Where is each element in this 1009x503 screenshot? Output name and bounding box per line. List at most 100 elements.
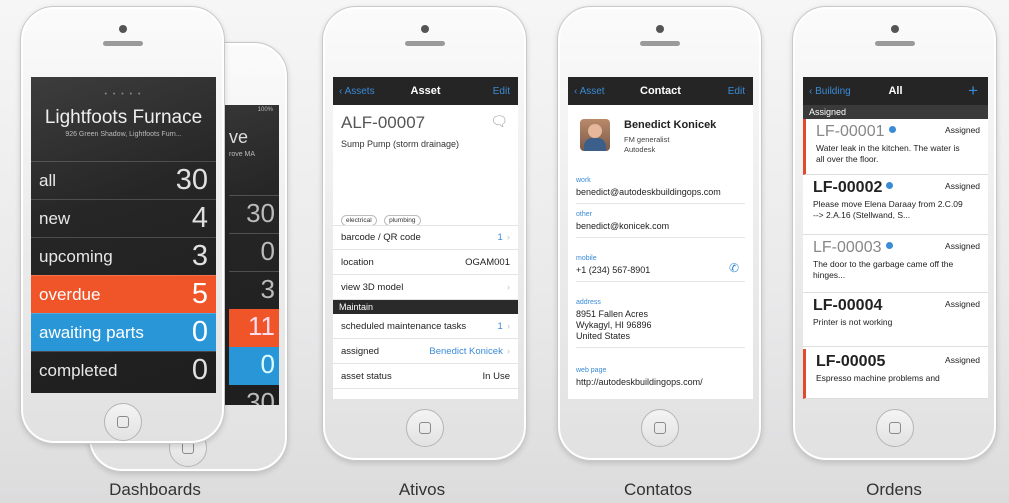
unread-dot-icon: [888, 125, 896, 133]
nav-back-label: Assets: [344, 85, 375, 97]
home-button[interactable]: [875, 409, 914, 447]
cell-label: scheduled maintenance tasks: [341, 320, 467, 332]
chevron-right-icon: ›: [506, 281, 510, 293]
row-count: 5: [191, 278, 208, 310]
phone-asset: ‹ Assets Asset Edit ALF-00007 🗨 Sump Pum…: [322, 6, 527, 461]
dashboard-subtitle: 926 Green Shadow, Lightfoots Furn...: [65, 131, 182, 138]
phone-contact: ‹ Asset Contact Edit Benedict Konicek FM…: [557, 6, 762, 461]
field-work-email[interactable]: work benedict@autodeskbuildingops.com: [576, 177, 745, 204]
cell-value: 1: [497, 320, 503, 332]
cell-assigned[interactable]: assigned Benedict Konicek ›: [333, 339, 518, 364]
back-row-value: 3: [260, 274, 275, 304]
nav-edit-button[interactable]: Edit: [728, 86, 745, 97]
order-description: Water leak in the kitchen. The water is …: [816, 143, 960, 164]
comment-icon[interactable]: 🗨: [490, 113, 508, 130]
nav-bar: ‹ Assets Asset Edit: [333, 77, 518, 105]
order-status: Assigned: [945, 181, 980, 191]
phone-dashboard: • • • • • Lightfoots Furnace 926 Green S…: [20, 6, 225, 444]
order-description: The door to the garbage came off the hin…: [813, 259, 954, 280]
nav-back-label: Building: [815, 85, 851, 97]
order-item[interactable]: LF-00003 Assigned The door to the garbag…: [803, 235, 988, 293]
row-label: all: [39, 170, 57, 190]
front-camera: [118, 25, 127, 33]
chevron-right-icon: ›: [506, 345, 510, 357]
contact-company: Autodesk: [624, 145, 656, 154]
back-row-awaiting: 0: [229, 347, 279, 385]
field-mobile[interactable]: mobile +1 (234) 567-8901 ✆: [576, 255, 745, 282]
phone-call-icon[interactable]: ✆: [729, 261, 739, 275]
dashboard-row-upcoming[interactable]: upcoming 3: [31, 237, 216, 275]
speaker: [404, 41, 445, 46]
back-row-new: 0: [229, 233, 279, 271]
dashboard-subtitle-fragment: rove MA: [229, 151, 256, 158]
order-status: Assigned: [945, 125, 980, 135]
order-id: LF-00002: [813, 179, 894, 197]
row-count: 0: [191, 354, 208, 386]
contact-role: FM generalist: [624, 135, 670, 144]
cell-location[interactable]: location OGAM001: [333, 250, 518, 275]
order-id-text: LF-00004: [813, 297, 883, 314]
row-label: upcoming: [39, 246, 113, 266]
order-id: LF-00001: [816, 123, 896, 141]
nav-back-button[interactable]: ‹ Building: [809, 86, 851, 97]
dashboard-title-fragment: ve: [229, 127, 249, 147]
order-item[interactable]: LF-00002 Assigned Please move Elena Dara…: [803, 175, 988, 235]
cell-label: asset status: [341, 370, 392, 382]
field-other-email[interactable]: other benedict@konicek.com: [576, 211, 745, 238]
cell-barcode[interactable]: barcode / QR code 1 ›: [333, 225, 518, 250]
field-address[interactable]: address 8951 Fallen Acres Wykagyl, HI 96…: [576, 299, 745, 349]
back-row-value: 11: [248, 311, 275, 341]
unread-dot-icon: [885, 241, 893, 249]
order-item[interactable]: LF-00004 Assigned Printer is not working: [803, 293, 988, 347]
dashboard-row-overdue[interactable]: overdue 5: [31, 275, 216, 313]
dashboard-row-all[interactable]: all 30: [31, 161, 216, 199]
caption-ativos: Ativos: [398, 480, 446, 499]
row-count: 4: [191, 202, 208, 234]
dashboard-row-new[interactable]: new 4: [31, 199, 216, 237]
field-label: work: [576, 177, 591, 184]
field-label: web page: [576, 367, 607, 374]
cell-value: OGAM001: [465, 256, 510, 268]
order-description: Printer is not working: [813, 317, 893, 327]
field-label: mobile: [576, 255, 597, 262]
home-button[interactable]: [103, 403, 142, 441]
order-item[interactable]: LF-00001 Assigned Water leak in the kitc…: [803, 119, 988, 175]
phone-orders: ‹ Building All + Assigned LF-00001 Assig…: [792, 6, 997, 461]
cell-asset-status[interactable]: asset status In Use: [333, 364, 518, 389]
nav-bar: ‹ Building All +: [803, 77, 988, 105]
order-item[interactable]: LF-00005 Assigned Espresso machine probl…: [803, 349, 988, 399]
order-status: Assigned: [945, 241, 980, 251]
cell-label: barcode / QR code: [341, 232, 421, 243]
nav-title: All: [888, 85, 903, 97]
row-label: awaiting parts: [39, 322, 144, 342]
home-button[interactable]: [640, 409, 679, 447]
nav-back-button[interactable]: ‹ Assets: [339, 86, 375, 97]
dashboard-row-completed[interactable]: completed 0: [31, 351, 216, 389]
contact-screen: ‹ Asset Contact Edit Benedict Konicek FM…: [568, 77, 753, 399]
cell-label: view 3D model: [341, 281, 404, 293]
home-button[interactable]: [405, 409, 444, 447]
caption-ordens: Ordens: [866, 480, 922, 499]
nav-title: Contact: [640, 85, 681, 97]
add-order-button[interactable]: +: [968, 81, 978, 101]
cell-view-3d-model[interactable]: view 3D model ›: [333, 275, 518, 300]
field-web-page[interactable]: web page http://autodeskbuildingops.com/: [576, 367, 745, 393]
dashboard-row-awaiting-parts[interactable]: awaiting parts 0: [31, 313, 216, 351]
nav-edit-button[interactable]: Edit: [493, 86, 510, 97]
front-camera: [420, 25, 429, 33]
field-label: other: [576, 211, 592, 218]
field-value: benedict@autodeskbuildingops.com: [576, 187, 721, 197]
row-count: 30: [175, 164, 208, 196]
section-header-assigned: Assigned: [803, 105, 988, 119]
field-value: http://autodeskbuildingops.com/: [576, 377, 703, 387]
speaker: [639, 41, 680, 46]
orders-screen: ‹ Building All + Assigned LF-00001 Assig…: [803, 77, 988, 399]
back-row-upcoming: 3: [229, 271, 279, 309]
speaker: [874, 41, 915, 46]
cell-scheduled-maintenance[interactable]: scheduled maintenance tasks 1 ›: [333, 314, 518, 339]
nav-title: Asset: [410, 85, 441, 97]
nav-back-button[interactable]: ‹ Asset: [574, 86, 605, 97]
row-label: new: [39, 208, 71, 228]
nav-bar: ‹ Asset Contact Edit: [568, 77, 753, 105]
order-description: Please move Elena Daraay from 2.C.09 -->…: [813, 199, 963, 220]
